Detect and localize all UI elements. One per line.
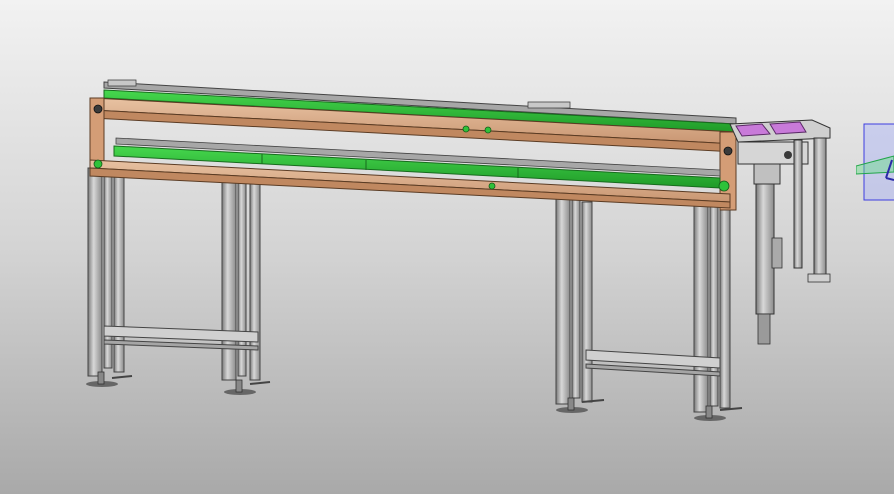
leg-right-front xyxy=(555,197,593,405)
cad-viewport[interactable] xyxy=(0,0,894,494)
transfer-unit xyxy=(729,119,831,345)
conveyor-assembly-3d-model[interactable] xyxy=(0,0,894,494)
reference-plane-triad-icon[interactable] xyxy=(856,122,894,202)
leg-right-rear xyxy=(693,199,731,413)
leg-foot-icon xyxy=(224,379,271,395)
